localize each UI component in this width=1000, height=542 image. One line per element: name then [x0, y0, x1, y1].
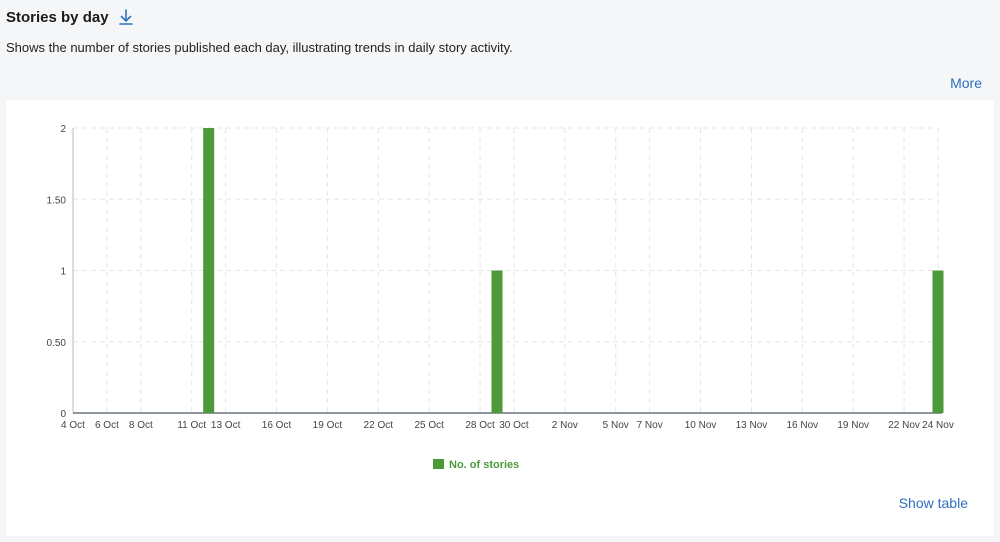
bar-chart: 0 0.50 1 1.50 2 4 Oct 6 Oct 8 Oct 11 Oct 13 Oct 16… — [47, 124, 954, 471]
download-arrow-icon[interactable] — [117, 8, 135, 26]
x-tick-label: 13 Nov — [736, 420, 768, 431]
y-tick-label: 0 — [60, 409, 66, 420]
y-tick-label: 0.50 — [47, 338, 67, 349]
chart-description: Shows the number of stories published ea… — [6, 40, 513, 55]
x-tick-label: 5 Nov — [603, 420, 629, 431]
x-tick-label: 11 Oct — [177, 420, 206, 431]
chart-panel: 0 0.50 1 1.50 2 4 Oct 6 Oct 8 Oct 11 Oct 13 Oct 16… — [6, 100, 994, 536]
x-tick-label: 6 Oct — [95, 420, 119, 431]
x-tick-label: 22 Oct — [364, 420, 394, 431]
x-tick-label: 22 Nov — [888, 420, 920, 431]
x-tick-label: 2 Nov — [552, 420, 578, 431]
x-tick-label: 7 Nov — [637, 420, 663, 431]
y-tick-label: 2 — [60, 124, 66, 135]
x-tick-label: 8 Oct — [129, 420, 153, 431]
x-tick-label: 25 Oct — [414, 420, 444, 431]
more-link[interactable]: More — [950, 75, 982, 91]
x-tick-label: 24 Nov — [922, 420, 954, 431]
x-tick-label: 16 Oct — [262, 420, 292, 431]
chart-header: Stories by day — [6, 8, 135, 26]
bar — [203, 128, 215, 413]
bar — [932, 270, 944, 413]
legend-swatch — [433, 459, 444, 469]
y-tick-label: 1 — [60, 267, 66, 278]
y-tick-label: 1.50 — [47, 195, 67, 206]
x-tick-label: 13 Oct — [211, 420, 241, 431]
x-tick-label: 4 Oct — [61, 420, 85, 431]
x-tick-label: 19 Oct — [313, 420, 343, 431]
x-tick-label: 30 Oct — [499, 420, 529, 431]
legend-label: No. of stories — [449, 459, 519, 471]
x-tick-label: 28 Oct — [465, 420, 495, 431]
x-tick-label: 10 Nov — [685, 420, 717, 431]
x-tick-label: 19 Nov — [837, 420, 869, 431]
bar — [491, 270, 503, 413]
show-table-link[interactable]: Show table — [899, 495, 968, 511]
x-tick-label: 16 Nov — [786, 420, 818, 431]
chart-title: Stories by day — [6, 8, 109, 26]
